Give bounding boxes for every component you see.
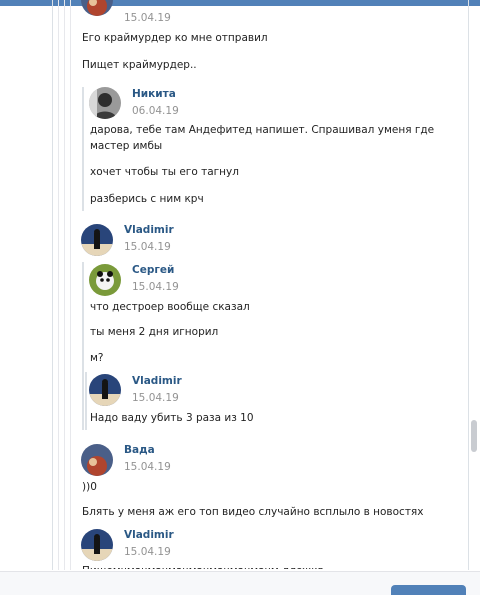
message-text: ))0 [82,481,97,493]
author-name[interactable]: Никита [132,88,176,100]
vada-avatar-icon [81,0,113,16]
author-name[interactable]: Вада [124,444,155,456]
nikita-avatar-icon [89,87,121,119]
avatar[interactable] [89,87,121,119]
message-date: 15.04.19 [124,546,171,558]
message-text: Надо ваду убить 3 раза из 10 [90,412,254,424]
message-date: 15.04.19 [124,12,171,24]
vladimir-avatar-icon [81,224,113,256]
message-date: 15.04.19 [124,241,171,253]
message-text: Блять у меня аж его топ видео случайно в… [82,506,424,518]
message-text: хочет чтобы ты его тагнул [90,166,239,178]
send-button[interactable] [391,585,466,595]
vladimir-avatar-icon [81,529,113,561]
quote-line [82,87,84,211]
thread-line [58,0,59,570]
message-date: 15.04.19 [124,461,171,473]
thread-line [52,0,53,570]
message-text: м? [90,352,104,364]
sergey-avatar-icon [89,264,121,296]
author-name[interactable]: Сергей [132,264,174,276]
message-text: разберись с ним крч [90,193,204,205]
quote-line [85,372,87,430]
message-text: что дестроер вообще сказал [90,301,250,313]
thread-line [468,0,469,570]
message-date: 15.04.19 [132,281,179,293]
avatar[interactable] [89,374,121,406]
thread-line [64,0,65,570]
author-name[interactable]: Vladimir [132,375,182,387]
thread-line [70,0,71,570]
top-bar [0,0,480,6]
avatar[interactable] [81,444,113,476]
avatar[interactable] [81,529,113,561]
message-text: дарова, тебе там Андефитед напишет. Спра… [90,124,435,152]
vada-avatar-icon [81,444,113,476]
author-name[interactable]: Vladimir [124,529,174,541]
quote-line [82,372,84,430]
scrollbar-thumb[interactable] [471,420,477,452]
avatar[interactable] [81,224,113,256]
message-text: Пищет краймурдер.. [82,59,197,71]
author-name[interactable]: Vladimir [124,224,174,236]
message-date: 06.04.19 [132,105,179,117]
vladimir-avatar-icon [89,374,121,406]
avatar[interactable] [89,264,121,296]
avatar[interactable] [81,0,113,16]
message-date: 15.04.19 [132,392,179,404]
message-text: Его краймурдер ко мне отправил [82,32,268,44]
message-text: ты меня 2 дня игнорил [90,326,219,338]
